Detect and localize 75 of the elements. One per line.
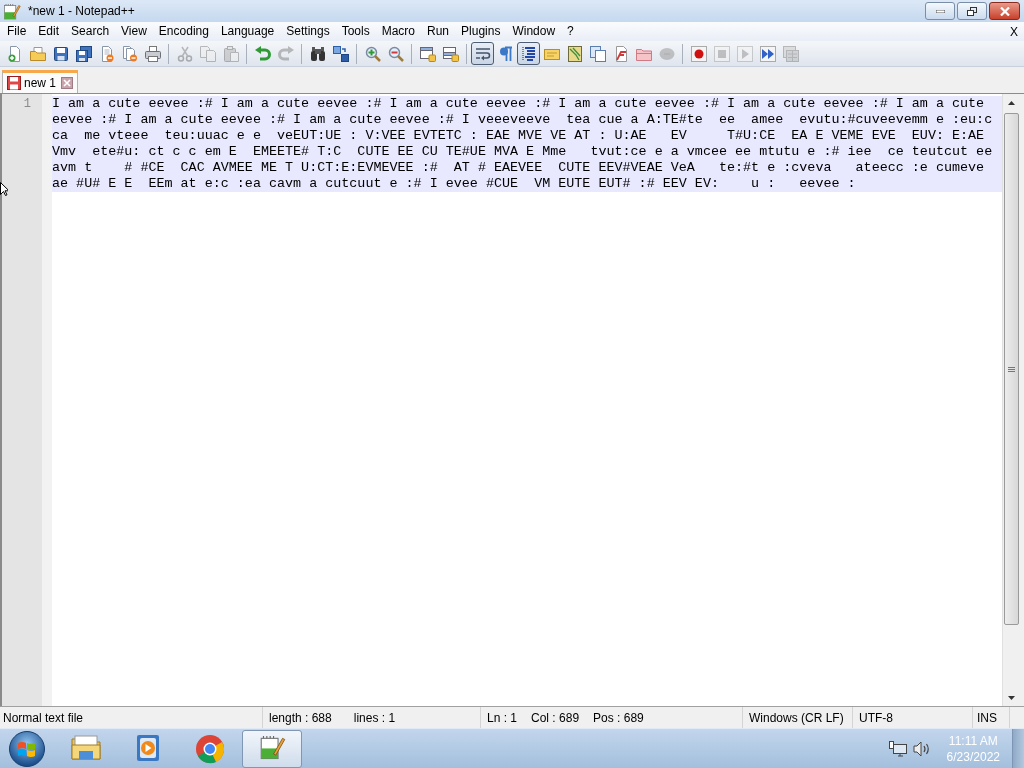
clock-time: 11:11 AM	[948, 732, 998, 749]
close-document-button[interactable]: X	[1010, 24, 1018, 39]
menu-item[interactable]: Tools	[335, 23, 376, 40]
undo-icon	[254, 45, 271, 62]
stop-icon	[713, 45, 730, 62]
copy-icon	[199, 45, 216, 62]
up-arrow-icon	[1008, 100, 1015, 105]
printer-icon	[144, 45, 161, 62]
pilcrow-icon	[497, 45, 514, 62]
new-file-icon	[6, 45, 23, 62]
menu-item[interactable]: Encoding	[152, 23, 215, 40]
window-lock-icon	[442, 45, 459, 62]
taskbar-button[interactable]	[242, 729, 302, 768]
computer-icon[interactable]	[888, 740, 907, 757]
zoom-in-icon	[364, 45, 381, 62]
menu-item[interactable]: Window	[506, 23, 562, 40]
toolbar-button[interactable]	[517, 42, 540, 65]
toolbar-button[interactable]	[471, 42, 494, 65]
segmented-circle-icon	[194, 732, 226, 765]
menu-item[interactable]: Macro	[375, 23, 421, 40]
status-text: UTF-8	[859, 710, 893, 725]
grid-icon	[782, 45, 799, 62]
status-text: Normal text file	[3, 710, 84, 725]
status-text: lines : 1	[353, 710, 396, 725]
status-text: INS	[977, 710, 997, 725]
close-icon	[999, 6, 1010, 16]
menu-item[interactable]: Settings	[280, 23, 336, 40]
scissors-icon	[176, 45, 193, 62]
notepad-pencil-icon	[3, 2, 21, 20]
speaker-icon[interactable]	[912, 740, 931, 757]
menu-item[interactable]: View	[115, 23, 153, 40]
status-text: Pos : 689	[593, 710, 644, 725]
close-button[interactable]	[989, 2, 1020, 20]
replace-icon	[332, 45, 349, 62]
status-text: length : 688	[269, 710, 332, 725]
status-text: Ln : 1	[487, 710, 518, 725]
menu-item[interactable]: Search	[65, 23, 116, 40]
menu-item[interactable]: File	[1, 23, 33, 40]
restore-button[interactable]	[957, 2, 987, 20]
line-number: 1	[23, 96, 31, 113]
menu-item[interactable]: Plugins	[455, 23, 507, 40]
floppy-stack-icon	[75, 45, 92, 62]
word-wrap-icon	[474, 45, 491, 62]
window-lock-icon	[419, 45, 436, 62]
ellipse-icon	[658, 45, 675, 62]
menu-item[interactable]: Run	[421, 23, 456, 40]
zoom-out-icon	[387, 45, 404, 62]
fast-forward-icon	[759, 45, 776, 62]
indent-guide-icon	[520, 45, 537, 62]
restore-icon	[967, 6, 977, 16]
clock-date: 6/23/2022	[946, 748, 1000, 765]
close-icon[interactable]	[61, 77, 74, 89]
record-icon	[690, 45, 707, 62]
orb-icon	[9, 730, 45, 767]
scrollbar-thumb[interactable]	[1004, 113, 1019, 625]
pages-minus-icon	[121, 45, 138, 62]
folder-icon	[29, 45, 46, 62]
play-icon	[736, 45, 753, 62]
tab-label: new 1	[24, 76, 57, 90]
pages-icon	[589, 45, 606, 62]
down-arrow-icon	[1008, 695, 1015, 700]
vertical-scrollbar[interactable]	[1002, 94, 1020, 706]
redo-icon	[277, 45, 294, 62]
map-icon	[566, 45, 583, 62]
document-tab[interactable]: new 1	[2, 70, 79, 93]
menu-item[interactable]: Language	[214, 23, 281, 40]
window-title: *new 1 - Notepad++	[28, 4, 135, 18]
binoculars-icon	[309, 45, 326, 62]
minimize-icon	[935, 9, 945, 13]
status-text: Col : 689	[531, 710, 580, 725]
status-text: Windows (CR LF)	[749, 710, 844, 725]
menu-item[interactable]: Edit	[32, 23, 66, 40]
clipboard-icon	[222, 45, 239, 62]
menu-item[interactable]: ?	[561, 23, 580, 40]
floppy-icon	[52, 45, 69, 62]
